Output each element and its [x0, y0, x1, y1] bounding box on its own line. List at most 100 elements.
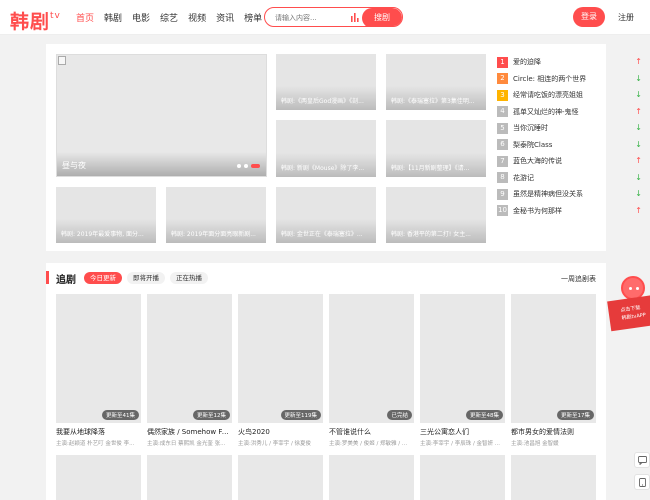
- episode-badge: 更新至17集: [557, 410, 594, 420]
- episode-badge: 已完结: [387, 410, 412, 420]
- news-thumb-caption: 韩剧:《泰瑞塞拉》第3集佳明...: [391, 98, 475, 105]
- ranking-item[interactable]: 2 Circle: 相连的两个世界 ↓: [497, 71, 642, 88]
- nav-videos[interactable]: 视频: [188, 11, 206, 24]
- drama-poster-next-row[interactable]: [511, 455, 596, 500]
- news-thumb[interactable]: 韩剧: 2019年面分面亮眼新剧...: [166, 187, 266, 243]
- episode-badge: 更新至12集: [193, 410, 230, 420]
- tab-today-updates[interactable]: 今日更新: [84, 272, 122, 284]
- episode-badge: 更新至48集: [466, 410, 503, 420]
- news-thumb[interactable]: 韩剧: 香港平的第二打! 女主...: [386, 187, 486, 243]
- ranking-item[interactable]: 5 当你沉睡时 ↓: [497, 120, 642, 137]
- follow-section: 追剧 今日更新 即将开播 正在热播 一周追剧表 更新至41集 我要从地球降落 主演:…: [46, 263, 606, 500]
- drama-cast: 主演:赵颖道 朴艺叮 金世俊 李...: [56, 441, 135, 447]
- feedback-icon[interactable]: [634, 452, 650, 468]
- login-button[interactable]: 登录: [573, 7, 605, 27]
- nav-korean-drama[interactable]: 韩剧: [104, 11, 122, 24]
- drama-poster[interactable]: 已完结: [329, 294, 414, 423]
- ranking-title: 虽然是精神病但没关系: [513, 190, 583, 199]
- news-thumb-caption: 韩剧: 2019年最爱事物, 面分...: [61, 231, 144, 238]
- ranking-item[interactable]: 9 虽然是精神病但没关系 ↓: [497, 186, 642, 203]
- search-input[interactable]: [275, 11, 347, 24]
- search-button[interactable]: 搜剧: [362, 8, 402, 26]
- drama-cast: 主演:李宰宇 / 李辰珠 / 金智妍 ...: [420, 441, 501, 447]
- drama-poster[interactable]: 更新至17集: [511, 294, 596, 423]
- drama-poster-next-row[interactable]: [329, 455, 414, 500]
- drama-card[interactable]: 更新至48集三光公寓恋人们主演:李宰宇 / 李辰珠 / 金智妍 ...: [420, 294, 505, 447]
- news-thumb[interactable]: 韩剧: 金世正在《泰瑞塞拉》...: [276, 187, 376, 243]
- drama-title[interactable]: 偶然家族 / Somehow Fa...: [147, 427, 232, 437]
- slider-dot-active[interactable]: [251, 164, 260, 168]
- drama-title[interactable]: 都市男女的爱情法则: [511, 427, 596, 437]
- drama-card[interactable]: 已完结 不管谁说什么 主演:罗美美 / 俊姬 / 郑敏雅 / ...: [329, 294, 414, 447]
- news-thumb[interactable]: 韩剧: 2019年最爱事物, 面分...: [56, 187, 156, 243]
- ranking-number: 9: [497, 188, 508, 200]
- section-accent-bar: [46, 271, 49, 284]
- ranking-number: 7: [497, 155, 508, 167]
- drama-title[interactable]: 火鸟2020: [238, 427, 323, 437]
- ranking-number: 5: [497, 122, 508, 134]
- nav-charts[interactable]: 榜单: [244, 11, 262, 24]
- episode-badge: 更新至119集: [280, 410, 321, 420]
- app-download-promo[interactable]: 点击下载 韩剧tvAPP: [607, 270, 650, 334]
- drama-card[interactable]: 更新至119集 火鸟2020 主演:洪秀儿 / 李宰宇 / 徐夏俊: [238, 294, 323, 447]
- tab-upcoming[interactable]: 即将开播: [127, 272, 165, 284]
- trend-up-icon: ↑: [635, 156, 642, 165]
- episode-badge: 更新至41集: [102, 410, 139, 420]
- ranking-item[interactable]: 6 梨泰院Class ↓: [497, 137, 642, 154]
- news-thumb[interactable]: 韩剧:《泰瑞塞拉》第3集佳明...: [386, 54, 486, 110]
- ranking-item[interactable]: 3 经常请吃饭的漂亮姐姐 ↓: [497, 87, 642, 104]
- nav-movies[interactable]: 电影: [132, 11, 150, 24]
- slider-dots: [234, 164, 260, 168]
- ranking-number: 4: [497, 106, 508, 118]
- drama-card[interactable]: 更新至41集我要从地球降落主演:赵颖道 朴艺叮 金世俊 李...: [56, 294, 141, 447]
- follow-tabs: 今日更新 即将开播 正在热播: [84, 272, 213, 284]
- drama-cast: 主演:成东日 蔡熙凯 金光奎 张...: [147, 441, 226, 447]
- ranking-title: Circle: 相连的两个世界: [513, 74, 587, 83]
- drama-title[interactable]: 不管谁说什么: [329, 427, 414, 437]
- ranking-title: 梨泰院Class: [513, 140, 553, 149]
- news-thumb-caption: 韩剧: 香港平的第二打! 女主...: [391, 231, 471, 238]
- drama-title[interactable]: 三光公寓恋人们: [420, 427, 505, 437]
- hot-bars-icon[interactable]: [351, 13, 359, 22]
- nav-home[interactable]: 首页: [76, 11, 94, 24]
- drama-poster[interactable]: 更新至12集: [147, 294, 232, 423]
- drama-poster[interactable]: 更新至119集: [238, 294, 323, 423]
- ranking-item[interactable]: 7 蓝色大海的传说 ↑: [497, 153, 642, 170]
- nav-variety[interactable]: 综艺: [160, 11, 178, 24]
- ranking-item[interactable]: 4 孤单又灿烂的神-鬼怪 ↑: [497, 104, 642, 121]
- ranking-number: 3: [497, 89, 508, 101]
- register-link[interactable]: 注册: [618, 12, 634, 23]
- weekly-schedule-link[interactable]: 一周追剧表: [561, 274, 596, 284]
- drama-poster-next-row[interactable]: [420, 455, 505, 500]
- drama-poster-next-row[interactable]: [56, 455, 141, 500]
- promo-ribbon[interactable]: 点击下载 韩剧tvAPP: [607, 294, 650, 332]
- ranking-item[interactable]: 10 金秘书为何那样 ↑: [497, 203, 642, 220]
- ranking-number: 8: [497, 172, 508, 184]
- banner-slider[interactable]: 昼与夜: [56, 54, 267, 177]
- trend-up-icon: ↑: [635, 106, 642, 116]
- app-qr-icon[interactable]: [634, 474, 650, 490]
- drama-card[interactable]: 更新至17集 都市男女的爱情法则 主演:池昌旭 金智媛: [511, 294, 596, 447]
- tab-airing[interactable]: 正在热播: [170, 272, 208, 284]
- ranking-title: 蓝色大海的传说: [513, 157, 562, 166]
- ranking-number: 1: [497, 56, 508, 68]
- ranking-number: 10: [497, 205, 508, 217]
- drama-poster-next-row[interactable]: [238, 455, 323, 500]
- news-thumb-caption: 韩剧: 新剧《Mouse》除了李...: [281, 165, 365, 172]
- news-thumb[interactable]: 韩剧:《两皇后God漫画》《剖...: [276, 54, 376, 110]
- drama-poster[interactable]: 更新至41集: [56, 294, 141, 423]
- drama-card[interactable]: 更新至12集偶然家族 / Somehow Fa... 主演:成东日 蔡熙凯 金光奎…: [147, 294, 232, 447]
- drama-poster-next-row[interactable]: [147, 455, 232, 500]
- ranking-item[interactable]: 1 爱的迫降 ↑: [497, 54, 642, 71]
- slider-dot[interactable]: [237, 164, 241, 168]
- news-thumb[interactable]: 韩剧: 新剧《Mouse》除了李...: [276, 120, 376, 177]
- ranking-item[interactable]: 8 花游记 ↓: [497, 170, 642, 187]
- news-thumb[interactable]: 韩剧:【11月新剧整理】《请...: [386, 120, 486, 177]
- drama-title[interactable]: 我要从地球降落: [56, 427, 141, 437]
- drama-poster[interactable]: 更新至48集: [420, 294, 505, 423]
- featured-panel: 昼与夜 韩剧:《两皇后God漫画》《剖... 韩剧:《泰瑞塞拉》第3集佳明...…: [46, 44, 642, 286]
- nav-news[interactable]: 资讯: [216, 11, 234, 24]
- news-thumb-caption: 韩剧:《两皇后God漫画》《剖...: [281, 98, 364, 105]
- slider-dot[interactable]: [244, 164, 248, 168]
- site-logo[interactable]: 韩剧tv: [10, 7, 61, 34]
